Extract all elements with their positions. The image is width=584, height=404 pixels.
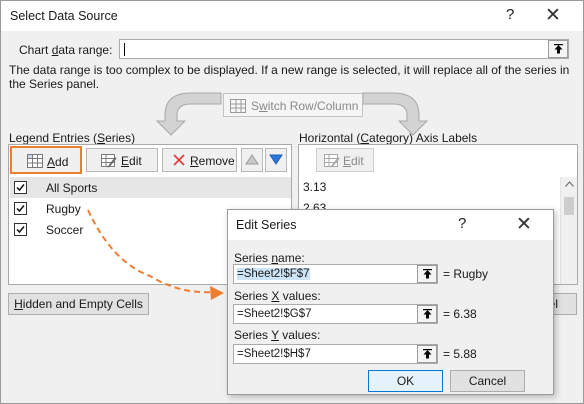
- series-x-value: =Sheet2!$G$7: [237, 308, 312, 320]
- collapse-x-button[interactable]: [417, 305, 437, 323]
- collapse-y-button[interactable]: [417, 345, 437, 363]
- edit-series-title: Edit Series: [236, 218, 297, 232]
- series-y-input[interactable]: =Sheet2!$H$7: [233, 344, 438, 364]
- series-name-result: = Rugby: [443, 267, 489, 281]
- edit-series-title-bar: Edit Series ? ✕: [228, 210, 553, 240]
- label-part: values:: [279, 289, 321, 303]
- series-y-result: = 5.88: [443, 347, 477, 361]
- edit-cancel-button[interactable]: Cancel: [450, 370, 525, 392]
- help-icon[interactable]: ?: [458, 215, 466, 232]
- edit-series-dialog: Edit Series ? ✕ Series name: =Sheet2!$F$…: [227, 209, 554, 395]
- series-x-result: = 6.38: [443, 307, 477, 321]
- series-y-label: Series Y values:: [234, 328, 320, 342]
- label-part: Series: [234, 328, 272, 342]
- series-y-value: =Sheet2!$H$7: [237, 348, 311, 360]
- ok-label: OK: [396, 374, 415, 388]
- label-part: ame:: [278, 251, 305, 265]
- series-x-input[interactable]: =Sheet2!$G$7: [233, 304, 438, 324]
- cancel-label: Cancel: [468, 374, 507, 388]
- series-x-label: Series X values:: [234, 289, 321, 303]
- ok-button[interactable]: OK: [368, 370, 443, 392]
- collapse-range-icon: [423, 269, 432, 279]
- label-part: Series: [234, 251, 272, 265]
- label-part: values:: [278, 328, 321, 342]
- label-part: Series: [234, 289, 272, 303]
- close-icon[interactable]: ✕: [516, 213, 532, 236]
- collapse-range-icon: [423, 349, 432, 359]
- collapse-name-button[interactable]: [417, 265, 437, 283]
- collapse-range-icon: [423, 309, 432, 319]
- label-part: Y: [271, 328, 279, 342]
- series-name-label: Series name:: [234, 251, 305, 265]
- series-name-input[interactable]: =Sheet2!$F$7: [233, 264, 438, 284]
- series-name-value: =Sheet2!$F$7: [237, 268, 310, 280]
